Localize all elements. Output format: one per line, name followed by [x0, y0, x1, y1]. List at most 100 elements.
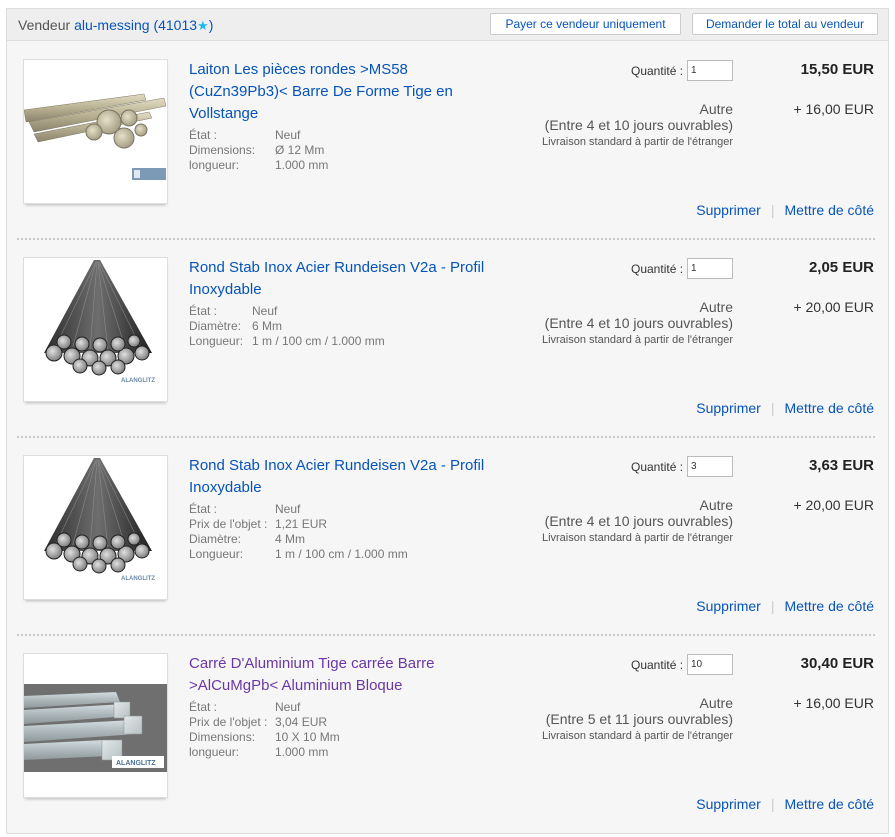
feedback-close: ) [208, 17, 214, 33]
item-price: 15,50 EUR [800, 61, 874, 78]
watermark-text: ALANGLITZ [121, 378, 155, 384]
watermark-text: ALANGLITZ [121, 576, 155, 582]
spec-key: longueur: [189, 158, 240, 172]
save-for-later-link[interactable]: Mettre de côté [785, 400, 875, 416]
quantity-input[interactable] [687, 258, 733, 279]
spec-value: 1 m / 100 cm / 1.000 mm [275, 547, 408, 561]
item-title-link[interactable]: Rond Stab Inox Acier Rundeisen V2a - Pro… [189, 455, 489, 499]
shipping-method: Livraison standard à partir de l'étrange… [541, 532, 733, 544]
spec-value: Neuf [252, 304, 278, 318]
item-specs: État : Neuf Prix de l'objet : 3,04 EUR Dim… [189, 700, 340, 760]
item-divider [17, 436, 875, 438]
spec-key: Diamètre: [189, 532, 242, 546]
spec-key: État : [189, 502, 218, 516]
spec-value: 1.000 mm [275, 745, 329, 759]
spec-key: Dimensions: [189, 730, 256, 744]
spec-value: 10 X 10 Mm [275, 730, 340, 744]
spec-key: Prix de l'objet : [189, 517, 268, 531]
save-for-later-link[interactable]: Mettre de côté [785, 598, 875, 614]
seller-feedback[interactable]: (41013★) [153, 17, 213, 33]
shipping-time: (Entre 5 et 11 jours ouvrables) [545, 711, 733, 727]
item-title-link[interactable]: Rond Stab Inox Acier Rundeisen V2a - Pro… [189, 257, 489, 301]
spec-value: Neuf [275, 128, 301, 142]
item-price: 2,05 EUR [808, 259, 874, 276]
item-actions: Supprimer | Mettre de côté [696, 202, 874, 218]
cart-item: Laiton Les pièces rondes >MS58 (CuZn39Pb… [7, 49, 888, 247]
quantity-label: Quantité : [631, 460, 684, 474]
item-actions: Supprimer | Mettre de côté [696, 400, 874, 416]
shipping-cost: + 16,00 EUR [793, 695, 874, 711]
spec-value: Neuf [275, 502, 301, 516]
quantity-input[interactable] [687, 60, 733, 81]
spec-value: 6 Mm [252, 319, 282, 333]
shipping-time: (Entre 4 et 10 jours ouvrables) [544, 315, 733, 331]
spec-value: 3,04 EUR [275, 715, 328, 729]
item-image-brass-rods[interactable] [23, 59, 168, 204]
item-divider [17, 634, 875, 636]
seller-name-link[interactable]: alu-messing [74, 17, 149, 33]
spec-key: État : [189, 304, 218, 318]
shipping-type: Autre [699, 695, 733, 711]
item-specs: État : Neuf Prix de l'objet : 1,21 EUR Dia… [189, 502, 408, 562]
shipping-method: Livraison standard à partir de l'étrange… [541, 730, 733, 742]
shipping-cost: + 20,00 EUR [793, 299, 874, 315]
item-price: 3,63 EUR [808, 457, 874, 474]
save-for-later-link[interactable]: Mettre de côté [785, 202, 875, 218]
request-total-button[interactable]: Demander le total au vendeur [692, 13, 878, 35]
remove-link[interactable]: Supprimer [696, 598, 761, 614]
item-price: 30,40 EUR [800, 655, 874, 672]
spec-value: Neuf [275, 700, 301, 714]
shipping-method: Livraison standard à partir de l'étrange… [541, 136, 733, 148]
shipping-time: (Entre 4 et 10 jours ouvrables) [544, 117, 733, 133]
seller-info: Vendeur alu-messing (41013★) [18, 17, 213, 34]
cart-item: ALANGLITZ Rond Stab Inox Acier Rundeisen… [7, 445, 888, 643]
spec-key: État : [189, 700, 218, 714]
spec-key: Diamètre: [189, 319, 242, 333]
quantity-label: Quantité : [631, 262, 684, 276]
cart-item: ALANGLITZ Carré D'Aluminium Tige carrée … [7, 643, 888, 837]
spec-key: Dimensions: [189, 143, 256, 157]
watermark-text: ALANGLITZ [116, 760, 156, 767]
cart-item: ALANGLITZ Rond Stab Inox Acier Rundeisen… [7, 247, 888, 445]
spec-value: Ø 12 Mm [275, 143, 325, 157]
action-separator: | [770, 796, 775, 812]
action-separator: | [770, 202, 775, 218]
spec-key: État : [189, 128, 218, 142]
quantity-input[interactable] [687, 654, 733, 675]
shipping-type: Autre [699, 299, 733, 315]
shipping-cost: + 16,00 EUR [793, 101, 874, 117]
seller-label: Vendeur [18, 17, 71, 33]
spec-value: 4 Mm [275, 532, 305, 546]
spec-key: Prix de l'objet : [189, 715, 268, 729]
quantity-label: Quantité : [631, 658, 684, 672]
quantity-label: Quantité : [631, 64, 684, 78]
item-specs: État : Neuf Diamètre: 6 Mm Longueur: 1 m / … [189, 304, 385, 349]
item-actions: Supprimer | Mettre de côté [696, 598, 874, 614]
shipping-type: Autre [699, 497, 733, 513]
spec-value: 1 m / 100 cm / 1.000 mm [252, 334, 385, 348]
item-image-steel-rods[interactable]: ALANGLITZ [23, 455, 168, 600]
save-for-later-link[interactable]: Mettre de côté [785, 796, 875, 812]
item-divider [17, 238, 875, 240]
seller-cart-panel: Vendeur alu-messing (41013★) Payer ce ve… [6, 8, 889, 834]
shipping-time: (Entre 4 et 10 jours ouvrables) [544, 513, 733, 529]
remove-link[interactable]: Supprimer [696, 796, 761, 812]
pay-seller-only-button[interactable]: Payer ce vendeur uniquement [490, 13, 681, 35]
action-separator: | [770, 400, 775, 416]
item-actions: Supprimer | Mettre de côté [696, 796, 874, 812]
spec-key: longueur: [189, 745, 240, 759]
spec-key: Longueur: [189, 334, 244, 348]
remove-link[interactable]: Supprimer [696, 202, 761, 218]
item-title-link[interactable]: Laiton Les pièces rondes >MS58 (CuZn39Pb… [189, 59, 489, 125]
remove-link[interactable]: Supprimer [696, 400, 761, 416]
shipping-cost: + 20,00 EUR [793, 497, 874, 513]
feedback-score: (41013 [153, 17, 198, 33]
shipping-method: Livraison standard à partir de l'étrange… [541, 334, 733, 346]
spec-value: 1,21 EUR [275, 517, 328, 531]
action-separator: | [770, 598, 775, 614]
quantity-input[interactable] [687, 456, 733, 477]
item-title-link[interactable]: Carré D'Aluminium Tige carrée Barre >AlC… [189, 653, 489, 697]
item-image-aluminium-bars[interactable]: ALANGLITZ [23, 653, 168, 798]
shipping-type: Autre [699, 101, 733, 117]
item-image-steel-rods[interactable]: ALANGLITZ [23, 257, 168, 402]
